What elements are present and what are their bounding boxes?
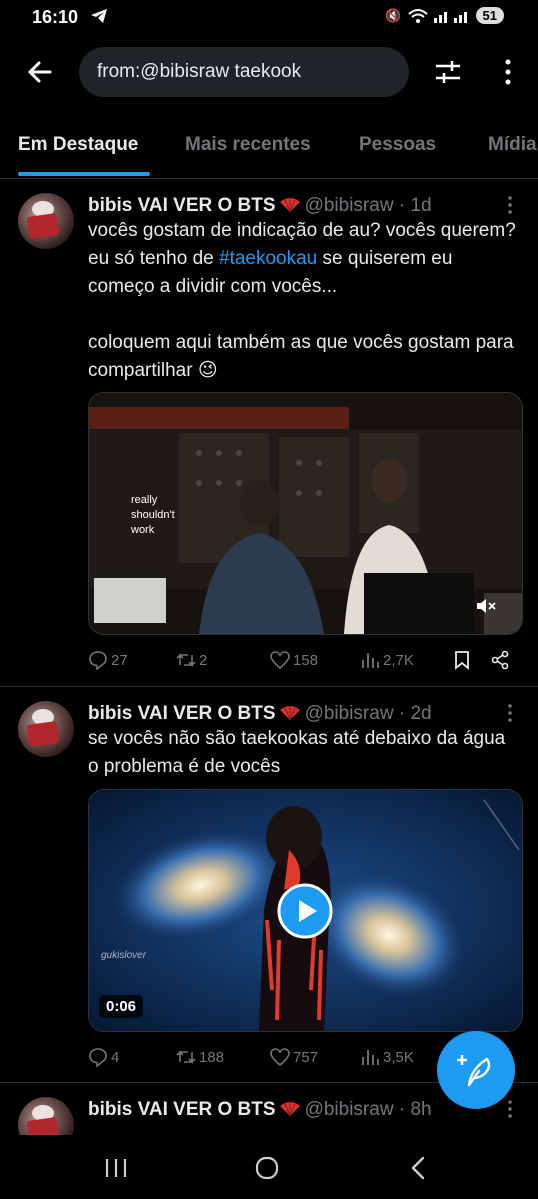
tweet-header: bibis VAI VER O BTS @bibisraw · 2d xyxy=(88,703,432,724)
reply-icon xyxy=(89,651,107,670)
retweet-icon xyxy=(176,1050,196,1064)
play-icon[interactable] xyxy=(277,883,333,939)
tweet-text-2: coloquem aqui também as que vocês gostam… xyxy=(88,332,514,381)
more-vertical-icon[interactable] xyxy=(498,56,518,88)
bookmark-icon xyxy=(455,651,469,670)
share-icon xyxy=(491,650,509,670)
bookmark-button[interactable] xyxy=(452,650,472,670)
status-icons: 🔇 51 xyxy=(385,7,504,24)
video-watermark: gukislover xyxy=(101,950,147,961)
views-icon xyxy=(362,1050,379,1065)
tab-mais-recentes[interactable]: Mais recentes xyxy=(185,134,311,156)
back-arrow-icon[interactable] xyxy=(24,56,56,88)
fan-emoji-icon xyxy=(279,706,300,721)
like-button[interactable]: 158 xyxy=(270,650,318,670)
tweet-time[interactable]: 8h xyxy=(410,1099,431,1120)
tweet-video-media[interactable]: gukislover 0:06 xyxy=(88,789,523,1032)
reply-button[interactable]: 27 xyxy=(88,650,128,670)
tweet-more-icon[interactable] xyxy=(502,1097,518,1121)
compose-icon xyxy=(457,1055,491,1087)
tab-midia[interactable]: Mídia xyxy=(488,134,537,156)
compose-button[interactable] xyxy=(437,1031,515,1109)
views-count: 2,7K xyxy=(383,651,414,669)
author-handle[interactable]: @bibisraw xyxy=(305,195,394,216)
retweet-count: 2 xyxy=(199,651,208,669)
battery-indicator: 51 xyxy=(475,7,504,24)
search-header: from:@bibisraw taekook xyxy=(0,44,538,100)
tab-em-destaque[interactable]: Em Destaque xyxy=(18,134,138,156)
retweet-button[interactable]: 2 xyxy=(176,650,207,670)
author-handle[interactable]: @bibisraw xyxy=(305,1099,394,1120)
avatar[interactable] xyxy=(18,1097,74,1135)
like-icon xyxy=(270,1048,290,1067)
fan-emoji-icon xyxy=(279,198,300,213)
nav-back-icon[interactable] xyxy=(408,1156,428,1180)
telegram-icon xyxy=(91,9,107,23)
tweet-video-media[interactable]: really shouldn't work xyxy=(88,392,523,635)
retweet-button[interactable]: 188 xyxy=(176,1047,224,1067)
search-input[interactable]: from:@bibisraw taekook xyxy=(79,47,409,97)
search-tabs: Em Destaque Mais recentes Pessoas Mídia xyxy=(0,118,538,179)
recent-apps-icon[interactable] xyxy=(104,1157,128,1179)
views-icon xyxy=(362,653,379,668)
reply-icon xyxy=(89,1048,107,1067)
like-icon xyxy=(270,651,290,670)
tweet-more-icon[interactable] xyxy=(502,193,518,217)
retweet-count: 188 xyxy=(199,1048,225,1066)
views-button[interactable]: 3,5K xyxy=(360,1047,414,1067)
tweet-more-icon[interactable] xyxy=(502,701,518,725)
author-name[interactable]: bibis VAI VER O BTS xyxy=(88,1099,276,1120)
tab-pessoas[interactable]: Pessoas xyxy=(359,134,436,156)
avatar[interactable] xyxy=(18,193,74,249)
search-query: from:@bibisraw taekook xyxy=(97,61,302,82)
share-button[interactable] xyxy=(490,650,510,670)
active-tab-indicator xyxy=(18,172,150,176)
author-handle[interactable]: @bibisraw xyxy=(305,703,394,724)
retweet-icon xyxy=(176,653,196,667)
signal-icon xyxy=(433,11,467,23)
avatar[interactable] xyxy=(18,701,74,757)
reply-button[interactable]: 4 xyxy=(88,1047,119,1067)
hashtag-link[interactable]: #taekookau xyxy=(219,248,317,269)
tweet-text: vocês gostam de indicação de au? vocês q… xyxy=(88,220,516,297)
filter-icon[interactable] xyxy=(434,58,462,86)
like-count: 158 xyxy=(293,651,319,669)
tweet-header: bibis VAI VER O BTS @bibisraw · 8h xyxy=(88,1099,432,1120)
video-caption: really shouldn't work xyxy=(131,494,175,536)
tweet[interactable]: bibis VAI VER O BTS @bibisraw · 1d vocês … xyxy=(0,179,538,687)
tweet-actions: 27 2 158 2,7K xyxy=(88,650,528,674)
system-navigation-bar xyxy=(0,1135,538,1199)
mute-status-icon: 🔇 xyxy=(385,7,402,23)
tweet-text: se vocês não são taekookas até debaixo d… xyxy=(88,728,506,777)
views-count: 3,5K xyxy=(383,1048,414,1066)
status-time: 16:10 xyxy=(32,7,79,27)
tweet-time[interactable]: 1d xyxy=(410,195,431,216)
status-bar: 16:10 🔇 51 xyxy=(0,0,538,34)
tweet-header: bibis VAI VER O BTS @bibisraw · 1d xyxy=(88,195,432,216)
reply-count: 4 xyxy=(111,1048,120,1066)
fan-emoji-icon xyxy=(279,1102,300,1117)
wifi-icon xyxy=(407,8,428,23)
home-icon[interactable] xyxy=(255,1156,279,1180)
mute-icon[interactable] xyxy=(474,596,498,616)
author-name[interactable]: bibis VAI VER O BTS xyxy=(88,195,276,216)
like-button[interactable]: 757 xyxy=(270,1047,318,1067)
author-name[interactable]: bibis VAI VER O BTS xyxy=(88,703,276,724)
like-count: 757 xyxy=(293,1048,319,1066)
reply-count: 27 xyxy=(111,651,128,669)
views-button[interactable]: 2,7K xyxy=(360,650,414,670)
tweet-time[interactable]: 2d xyxy=(410,703,431,724)
tweet[interactable]: bibis VAI VER O BTS @bibisraw · 2d se voc… xyxy=(0,687,538,1083)
video-duration-badge: 0:06 xyxy=(99,995,144,1018)
